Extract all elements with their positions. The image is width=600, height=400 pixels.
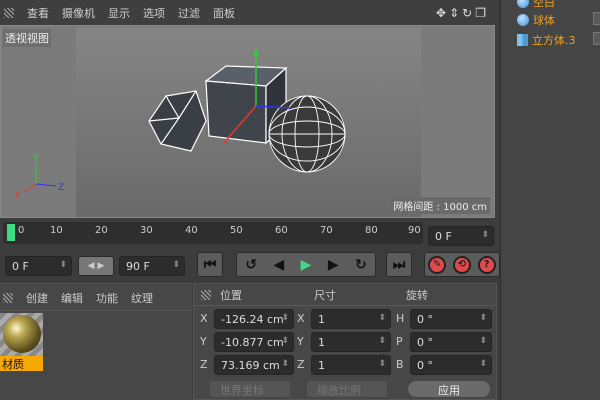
tick-label: 10 (50, 225, 63, 236)
menu-view[interactable]: 查看 (27, 5, 49, 21)
help-icon[interactable]: ? (477, 255, 496, 274)
world-axis-icon: Y Z X (15, 154, 64, 201)
object-item-null[interactable]: 空白 (517, 0, 555, 10)
position-axis-label: Z (200, 358, 208, 371)
menu-texture[interactable]: 纹理 (131, 290, 153, 306)
previous-frame-icon[interactable]: ◀ (273, 257, 284, 273)
material-name: 材质 (0, 356, 43, 371)
menu-edit[interactable]: 编辑 (61, 290, 83, 306)
play-icon[interactable]: ▶ (301, 257, 312, 273)
rotation-field[interactable]: 0 ° (410, 309, 492, 329)
menu-panel[interactable]: 面板 (213, 5, 235, 21)
playhead[interactable] (7, 224, 15, 241)
tick-label: 20 (95, 225, 108, 236)
panel-grip-icon[interactable] (4, 7, 14, 18)
menu-display[interactable]: 显示 (108, 5, 130, 21)
menu-camera[interactable]: 摄像机 (62, 5, 95, 21)
menu-filter[interactable]: 过滤 (178, 5, 200, 21)
position-axis-label: Y (200, 335, 207, 348)
panel-grip-icon[interactable] (201, 290, 211, 300)
object-item-cube[interactable]: 立方体.3 (517, 32, 576, 48)
sphere-icon (517, 14, 529, 26)
size-axis-label: Z (297, 358, 305, 371)
rotation-header: 旋转 (406, 289, 428, 302)
null-icon (517, 0, 529, 8)
scale-mode-dropdown[interactable]: 缩放比例 (307, 381, 387, 397)
tick-label: 0 (18, 225, 25, 236)
apply-button[interactable]: 应用 (408, 381, 490, 397)
tick-label: 60 (275, 225, 288, 236)
rotation-axis-label: B (396, 358, 404, 371)
svg-text:Y: Y (32, 154, 39, 164)
start-frame-field[interactable]: 0 F (5, 256, 72, 276)
material-preview (0, 313, 43, 356)
rotation-field[interactable]: 0 ° (410, 355, 492, 375)
rotation-axis-label: P (396, 335, 403, 348)
size-field[interactable]: 1 (311, 355, 391, 375)
playback-controls: ↺ ◀ ▶ ▶ ↻ (236, 252, 376, 277)
coordinate-manager: 位置 尺寸 旋转 X-126.24 cmX1H0 °Y-10.877 cmY1P… (193, 283, 497, 400)
record-key-icon[interactable]: ✎ (428, 255, 447, 274)
size-header: 尺寸 (314, 289, 336, 302)
go-to-start-button[interactable]: ⏮ (197, 252, 223, 277)
visibility-toggle[interactable] (593, 32, 600, 45)
next-frame-icon[interactable]: ▶ (328, 257, 339, 273)
material-manager: 创建 编辑 功能 纹理 材质 (0, 283, 192, 400)
next-key-icon[interactable]: ↻ (355, 257, 367, 273)
move-view-icon[interactable]: ✥ (436, 6, 449, 20)
position-field[interactable]: -10.877 cm (214, 332, 294, 352)
size-field[interactable]: 1 (311, 332, 391, 352)
position-axis-label: X (200, 312, 208, 325)
size-axis-label: X (297, 312, 305, 325)
size-axis-label: Y (297, 335, 304, 348)
icosahedron-object (148, 90, 207, 152)
toggle-layout-icon[interactable]: ❐ (475, 6, 489, 20)
position-field[interactable]: -126.24 cm (214, 309, 294, 329)
tick-label: 70 (320, 225, 333, 236)
viewport-menubar: 查看 摄像机 显示 选项 过滤 面板 ✥⇕↻❐ (0, 0, 497, 25)
coordinate-mode-dropdown[interactable]: 世界坐标 (210, 381, 290, 397)
scene-objects[interactable]: Y Z X (1, 26, 496, 219)
tick-label: 50 (230, 225, 243, 236)
cube-icon (517, 34, 528, 46)
range-slider[interactable]: ◀ ▶ (78, 256, 114, 276)
zoom-view-icon[interactable]: ⇕ (449, 6, 462, 20)
menu-function[interactable]: 功能 (96, 290, 118, 306)
position-field[interactable]: 73.169 cm (214, 355, 294, 375)
object-manager: 空白 球体 立方体.3 (500, 0, 600, 400)
svg-text:Z: Z (58, 183, 64, 193)
grid-spacing-label: 网格间距 : 1000 cm (390, 197, 490, 214)
previous-key-icon[interactable]: ↺ (245, 257, 257, 273)
position-header: 位置 (220, 289, 242, 302)
rotate-view-icon[interactable]: ↻ (462, 6, 475, 20)
svg-text:X: X (15, 191, 21, 201)
go-to-end-button[interactable]: ⏭ (386, 252, 412, 277)
tick-label: 90 (408, 225, 421, 236)
timeline-ruler[interactable]: 0 10 20 30 40 50 60 70 80 90 (3, 222, 423, 244)
rotation-field[interactable]: 0 ° (410, 332, 492, 352)
menu-options[interactable]: 选项 (143, 5, 165, 21)
size-field[interactable]: 1 (311, 309, 391, 329)
tick-label: 80 (365, 225, 378, 236)
tick-label: 40 (185, 225, 198, 236)
end-frame-field[interactable]: 90 F (119, 256, 185, 276)
rotation-axis-label: H (396, 312, 405, 325)
visibility-toggle[interactable] (593, 12, 600, 25)
viewport[interactable]: 透视视图 YZX 网格间距 : 1000 cm (0, 25, 495, 218)
menu-create[interactable]: 创建 (26, 290, 48, 306)
object-item-sphere[interactable]: 球体 (517, 12, 555, 28)
tick-label: 30 (140, 225, 153, 236)
auto-key-icon[interactable]: ⟲ (452, 255, 471, 274)
material-swatch[interactable]: 材质 (0, 313, 43, 371)
key-tools: ✎ ⟲ ? (424, 252, 500, 277)
panel-grip-icon[interactable] (3, 293, 13, 303)
current-frame-field[interactable]: 0 F (428, 226, 494, 246)
